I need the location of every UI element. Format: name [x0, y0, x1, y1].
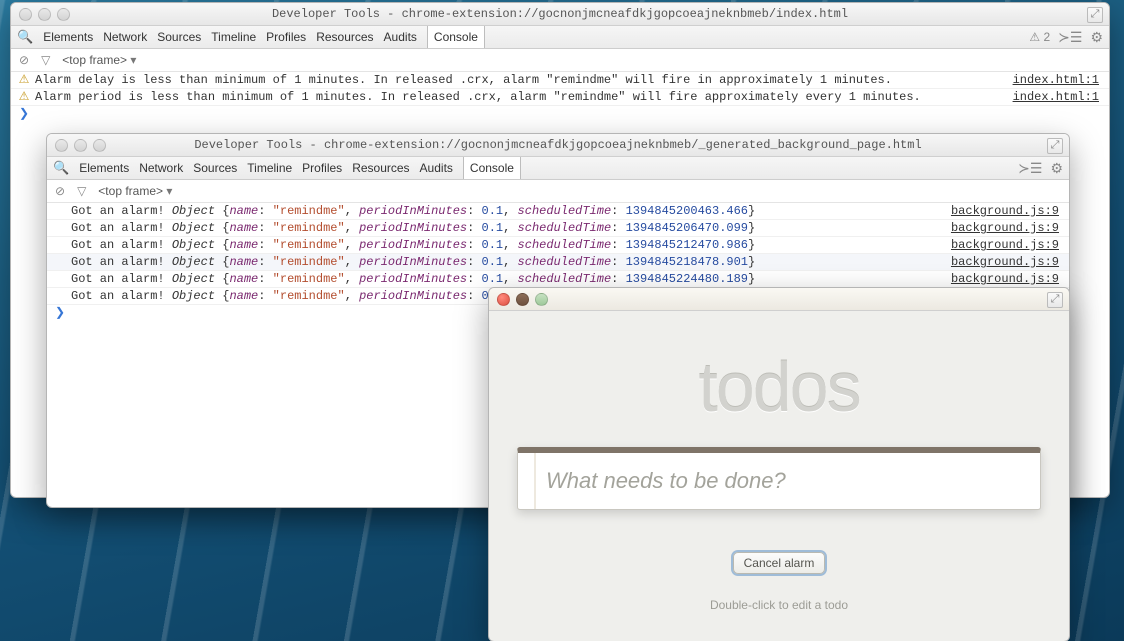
console-filter-bar: ⊘ ▽ <top frame> [11, 49, 1109, 72]
app-body: todos Cancel alarm Double-click to edit … [489, 311, 1069, 612]
tab-console[interactable]: Console [427, 26, 485, 48]
titlebar[interactable]: Developer Tools - chrome-extension://goc… [11, 3, 1109, 26]
new-todo-card [517, 447, 1041, 510]
console-message: Alarm delay is less than minimum of 1 mi… [35, 72, 1013, 88]
tab-resources[interactable]: Resources [316, 30, 373, 44]
app-heading: todos [517, 347, 1041, 427]
console-message: Alarm period is less than minimum of 1 m… [35, 89, 1013, 105]
console-output: ⚠ Alarm delay is less than minimum of 1 … [11, 72, 1109, 122]
tab-audits[interactable]: Audits [384, 30, 417, 44]
search-icon[interactable]: 🔍 [53, 160, 69, 176]
drawer-icon[interactable]: ≻☰ [1018, 160, 1042, 177]
console-row: Got an alarm! Object {name: "remindme", … [47, 237, 1069, 254]
traffic-close-icon[interactable] [55, 139, 68, 152]
new-todo-input[interactable] [544, 467, 1036, 495]
warn-icon: ⚠ [17, 89, 31, 105]
tab-sources[interactable]: Sources [157, 30, 201, 44]
traffic-min-icon[interactable] [38, 8, 51, 21]
warning-count: 2 [1043, 30, 1050, 44]
tab-resources[interactable]: Resources [352, 161, 409, 175]
tab-elements[interactable]: Elements [43, 30, 93, 44]
filter-icon[interactable]: ▽ [77, 184, 86, 198]
tab-audits[interactable]: Audits [420, 161, 453, 175]
source-link[interactable]: background.js:9 [951, 203, 1059, 219]
filter-icon[interactable]: ▽ [41, 53, 50, 67]
titlebar[interactable] [489, 288, 1069, 311]
console-message: Got an alarm! Object {name: "remindme", … [71, 220, 951, 236]
source-link[interactable]: background.js:9 [951, 220, 1059, 236]
fullscreen-icon[interactable] [1047, 292, 1063, 308]
tab-timeline[interactable]: Timeline [211, 30, 256, 44]
tab-network[interactable]: Network [139, 161, 183, 175]
tab-network[interactable]: Network [103, 30, 147, 44]
console-message: Got an alarm! Object {name: "remindme", … [71, 254, 951, 270]
gear-icon[interactable]: ⚙ [1090, 29, 1103, 46]
console-message: Got an alarm! Object {name: "remindme", … [71, 271, 951, 287]
drawer-icon[interactable]: ≻☰ [1058, 29, 1082, 46]
tab-profiles[interactable]: Profiles [302, 161, 342, 175]
warn-icon: ⚠ [17, 72, 31, 88]
devtools-tab-bar: 🔍 Elements Network Sources Timeline Prof… [47, 157, 1069, 180]
devtools-tab-bar: 🔍 Elements Network Sources Timeline Prof… [11, 26, 1109, 49]
window-title: Developer Tools - chrome-extension://goc… [47, 138, 1069, 152]
console-row: Got an alarm! Object {name: "remindme", … [47, 220, 1069, 237]
frame-selector[interactable]: <top frame> [98, 184, 172, 198]
gear-icon[interactable]: ⚙ [1050, 160, 1063, 177]
footer-hint: Double-click to edit a todo [517, 598, 1041, 612]
console-message: Got an alarm! Object {name: "remindme", … [71, 203, 951, 219]
cancel-alarm-button[interactable]: Cancel alarm [733, 552, 826, 574]
console-row: ⚠ Alarm delay is less than minimum of 1 … [11, 72, 1109, 89]
source-link[interactable]: background.js:9 [951, 254, 1059, 270]
traffic-zoom-icon[interactable] [535, 293, 548, 306]
source-link[interactable]: index.html:1 [1013, 89, 1099, 105]
console-message: Got an alarm! Object {name: "remindme", … [71, 237, 951, 253]
traffic-zoom-icon[interactable] [93, 139, 106, 152]
search-icon[interactable]: 🔍 [17, 29, 33, 45]
tab-elements[interactable]: Elements [79, 161, 129, 175]
frame-selector[interactable]: <top frame> [62, 53, 136, 67]
console-row: Got an alarm! Object {name: "remindme", … [47, 271, 1069, 288]
window-title: Developer Tools - chrome-extension://goc… [11, 7, 1109, 21]
todos-window: todos Cancel alarm Double-click to edit … [488, 287, 1070, 641]
console-prompt[interactable]: ❯ [11, 106, 1109, 122]
traffic-close-icon[interactable] [497, 293, 510, 306]
source-link[interactable]: background.js:9 [951, 271, 1059, 287]
tab-profiles[interactable]: Profiles [266, 30, 306, 44]
tab-sources[interactable]: Sources [193, 161, 237, 175]
clear-icon[interactable]: ⊘ [19, 53, 29, 67]
traffic-close-icon[interactable] [19, 8, 32, 21]
console-filter-bar: ⊘ ▽ <top frame> [47, 180, 1069, 203]
traffic-min-icon[interactable] [516, 293, 529, 306]
fullscreen-icon[interactable] [1047, 138, 1063, 154]
titlebar[interactable]: Developer Tools - chrome-extension://goc… [47, 134, 1069, 157]
console-row: Got an alarm! Object {name: "remindme", … [47, 254, 1069, 271]
traffic-min-icon[interactable] [74, 139, 87, 152]
console-row: Got an alarm! Object {name: "remindme", … [47, 203, 1069, 220]
warning-badge[interactable]: ⚠ 2 [1029, 30, 1050, 44]
tab-timeline[interactable]: Timeline [247, 161, 292, 175]
source-link[interactable]: index.html:1 [1013, 72, 1099, 88]
tab-console[interactable]: Console [463, 157, 521, 179]
fullscreen-icon[interactable] [1087, 7, 1103, 23]
console-row: ⚠ Alarm period is less than minimum of 1… [11, 89, 1109, 106]
traffic-zoom-icon[interactable] [57, 8, 70, 21]
clear-icon[interactable]: ⊘ [55, 184, 65, 198]
source-link[interactable]: background.js:9 [951, 237, 1059, 253]
